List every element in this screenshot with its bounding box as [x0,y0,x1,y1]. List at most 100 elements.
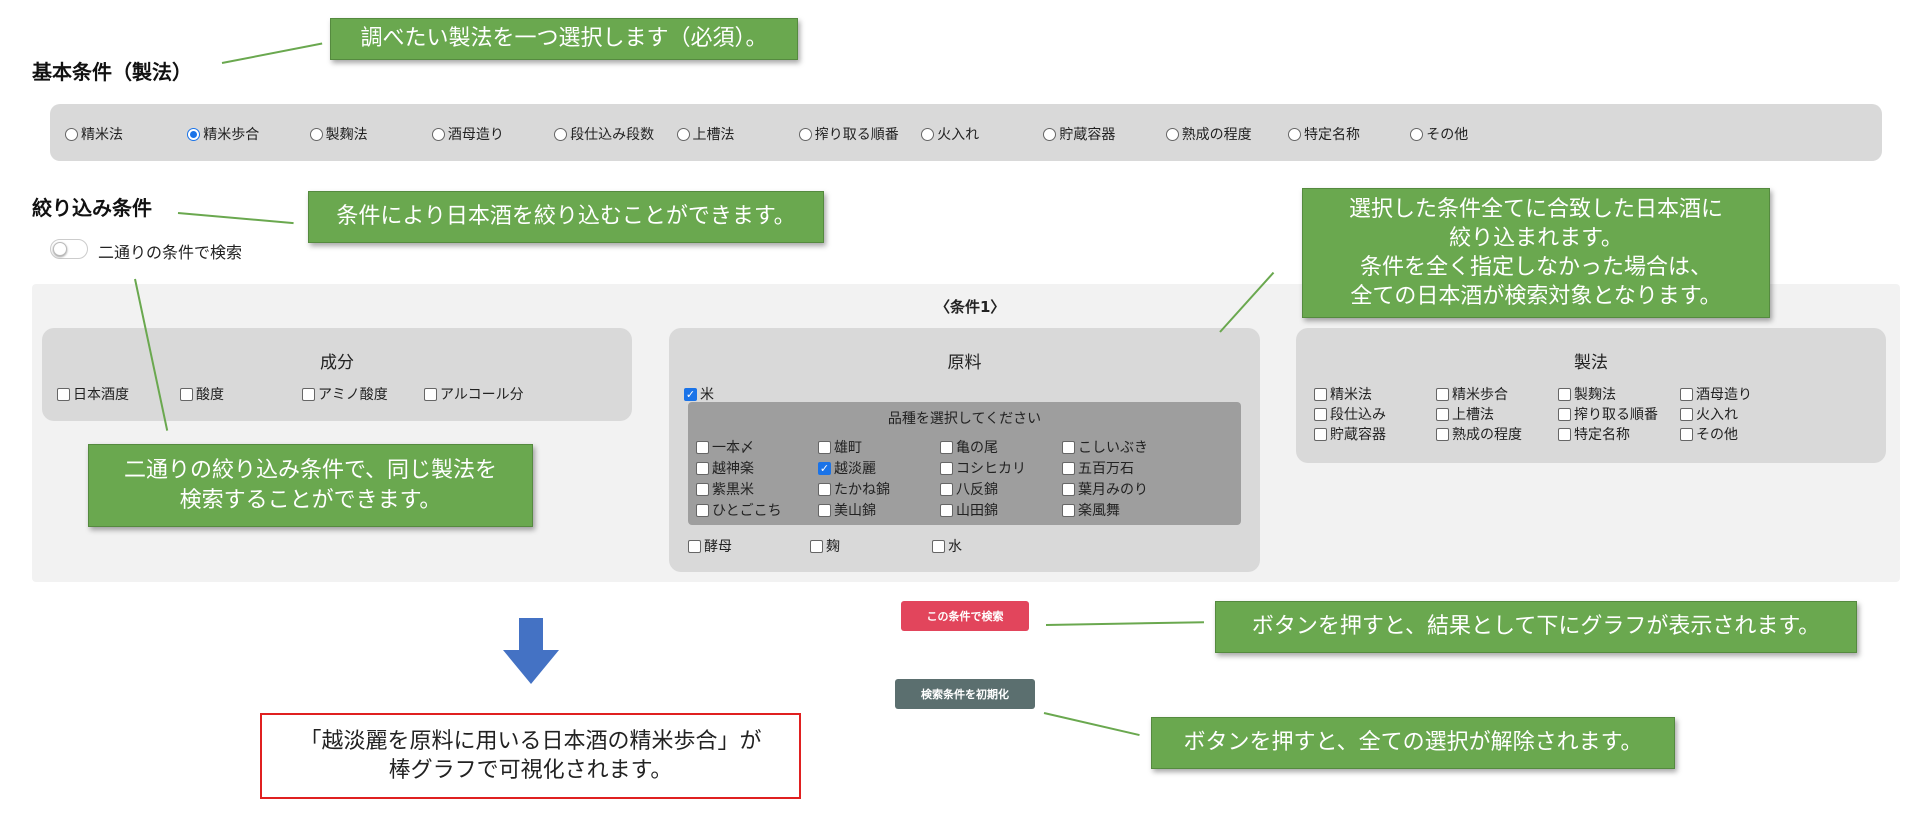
variety-prompt: 品種を選択してください [887,411,1042,427]
checkbox-icon [696,461,709,475]
process-title: 製法 [1574,353,1608,373]
method-radio-label: 上槽法 [692,127,735,143]
material-checkbox[interactable]: 酵母 [688,536,732,556]
method-radio[interactable]: 火入れ [921,124,979,144]
component-checkbox[interactable]: 日本酒度 [57,384,129,404]
radio-icon [187,127,201,141]
process-checkbox[interactable]: 精米法 [1314,384,1372,404]
callout-match-all: 選択した条件全てに合致した日本酒に 絞り込まれます。 条件を全く指定しなかった場… [1302,188,1770,318]
radio-icon [65,127,78,141]
component-checkbox[interactable]: 酸度 [180,384,224,404]
checkbox-icon [1680,407,1693,421]
process-checkbox[interactable]: 火入れ [1680,404,1738,424]
connector-line [221,42,323,64]
variety-checkbox[interactable]: 越神楽 [696,458,754,478]
result-note: 「越淡麗を原料に用いる日本酒の精米歩合」が 棒グラフで可視化されます。 [260,713,801,799]
process-checkbox-label: 精米歩合 [1452,387,1508,403]
variety-checkbox[interactable]: こしいぶき [1062,437,1148,457]
reset-button[interactable]: 検索条件を初期化 [895,679,1035,709]
checkbox-icon [940,440,953,454]
process-checkbox[interactable]: 製麹法 [1558,384,1616,404]
process-checkbox[interactable]: 酒母造り [1680,384,1752,404]
variety-checkbox[interactable]: 美山錦 [818,500,876,520]
method-radio[interactable]: 精米法 [65,124,123,144]
checkbox-icon [1558,387,1571,401]
process-checkbox[interactable]: 特定名称 [1558,424,1630,444]
material-checkbox[interactable]: 水 [932,536,962,556]
checkbox-icon [1436,427,1449,441]
variety-checkbox[interactable]: 八反錦 [940,479,998,499]
process-checkbox-label: 火入れ [1696,407,1738,423]
variety-checkbox[interactable]: たかね錦 [818,479,890,499]
component-checkbox[interactable]: アミノ酸度 [302,384,388,404]
process-checkbox[interactable]: 貯蔵容器 [1314,424,1386,444]
method-radio[interactable]: 製麹法 [309,124,368,144]
process-checkbox[interactable]: 搾り取る順番 [1558,404,1658,424]
process-checkbox[interactable]: 精米歩合 [1436,384,1508,404]
checkbox-icon: ✓ [818,461,831,475]
method-radio[interactable]: 酒母造り [431,124,504,144]
two-conditions-label: 二通りの条件で検索 [98,243,243,262]
radio-icon [431,127,445,141]
variety-checkbox[interactable]: 雄町 [818,437,862,457]
variety-checkbox[interactable]: ひとごこち [696,500,782,520]
variety-checkbox-label: 雄町 [834,440,862,456]
checkbox-icon [1062,482,1075,496]
method-radio[interactable]: 貯蔵容器 [1043,124,1115,144]
two-conditions-toggle[interactable] [50,239,88,259]
variety-checkbox-label: ひとごこち [712,503,782,519]
connector-line [177,212,294,225]
process-checkbox-label: 酒母造り [1696,387,1752,403]
method-radio-label: 段仕込み段数 [570,127,655,143]
method-radio-label: 熟成の程度 [1181,127,1252,143]
variety-checkbox[interactable]: 亀の尾 [940,437,998,457]
checkbox-icon [1062,461,1075,475]
checkbox-icon [696,482,709,496]
process-checkbox-label: 精米法 [1330,387,1372,403]
process-checkbox-label: 特定名称 [1574,427,1630,443]
method-radio-label: 火入れ [937,127,980,143]
method-radio[interactable]: 段仕込み段数 [554,124,654,144]
checkbox-icon [57,387,70,401]
method-radio[interactable]: 精米歩合 [187,124,259,144]
component-checkbox-label: アルコール分 [440,387,524,403]
process-checkbox[interactable]: その他 [1680,424,1738,444]
material-checkbox[interactable]: 麹 [810,536,840,556]
variety-checkbox[interactable]: ✓ 越淡麗 [818,458,876,478]
process-checkbox[interactable]: 段仕込み [1314,404,1386,424]
component-checkbox-label: アミノ酸度 [318,387,388,403]
process-checkbox[interactable]: 熟成の程度 [1436,424,1522,444]
variety-checkbox[interactable]: 山田錦 [940,500,998,520]
variety-checkbox[interactable]: 楽風舞 [1062,500,1120,520]
radio-icon [309,127,323,141]
variety-checkbox[interactable]: コシヒカリ [940,458,1026,478]
variety-checkbox[interactable]: 紫黒米 [696,479,754,499]
method-radio-label: 貯蔵容器 [1059,127,1116,143]
method-radio[interactable]: 熟成の程度 [1165,124,1252,144]
checkbox-icon [1558,427,1571,441]
method-radio[interactable]: その他 [1410,124,1468,144]
checkbox-icon [1558,407,1571,421]
rice-checkbox[interactable]: ✓ 米 [684,384,714,404]
variety-checkbox-label: 越神楽 [712,461,754,477]
checkbox-icon [696,503,709,517]
variety-checkbox[interactable]: 葉月みのり [1062,479,1148,499]
method-radio[interactable]: 搾り取る順番 [798,124,899,144]
process-checkbox[interactable]: 上槽法 [1436,404,1494,424]
material-checkbox-label: 酵母 [704,539,732,555]
variety-checkbox-label: 山田錦 [956,503,998,519]
search-button[interactable]: この条件で検索 [901,601,1029,631]
method-radio[interactable]: 上槽法 [676,124,735,144]
method-radio-label: その他 [1426,127,1469,143]
component-checkbox[interactable]: アルコール分 [424,384,524,404]
component-checkbox-label: 酸度 [196,387,224,403]
connector-line [1043,712,1140,737]
checkbox-icon [302,387,315,401]
method-radio[interactable]: 特定名称 [1288,124,1360,144]
checkbox-icon [1314,427,1327,441]
variety-checkbox[interactable]: 五百万石 [1062,458,1134,478]
variety-checkbox-label: 五百万石 [1078,461,1134,477]
radio-icon [554,127,568,141]
material-title: 原料 [947,353,982,373]
variety-checkbox[interactable]: 一本〆 [696,437,754,457]
